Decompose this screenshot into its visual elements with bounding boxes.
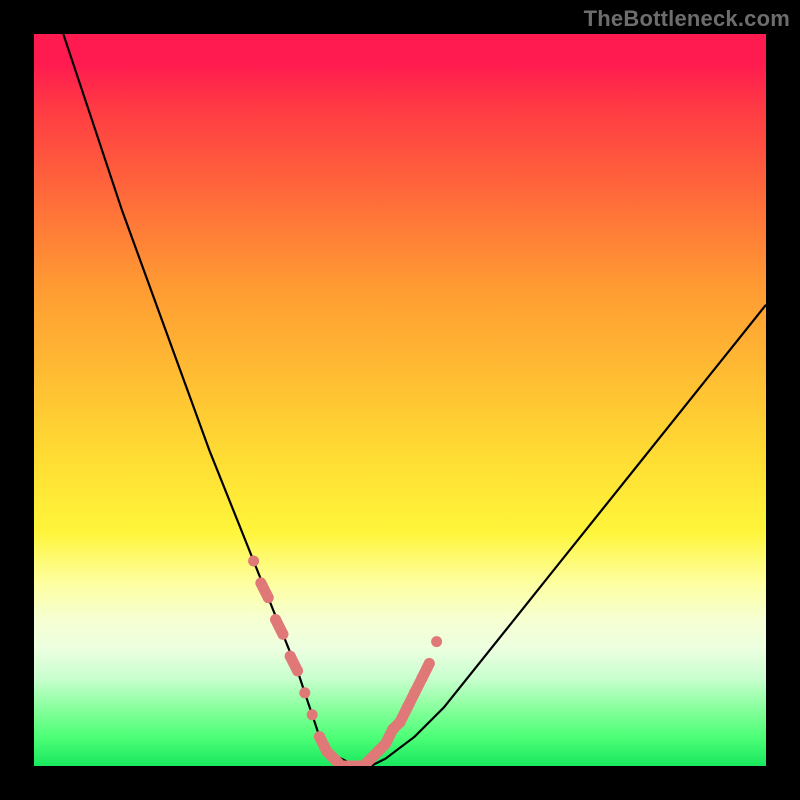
marker-point: [380, 739, 391, 750]
marker-point: [248, 556, 259, 567]
marker-point: [263, 592, 274, 603]
marker-point: [424, 658, 435, 669]
bottleneck-curve: [63, 34, 766, 766]
marker-point: [299, 687, 310, 698]
marker-point: [285, 651, 296, 662]
marker-point: [409, 687, 420, 698]
marker-layer: [248, 556, 442, 767]
bottleneck-chart: [34, 34, 766, 766]
marker-point: [277, 629, 288, 640]
curve-layer: [63, 34, 766, 766]
marker-point: [431, 636, 442, 647]
plot-area: [34, 34, 766, 766]
marker-point: [395, 717, 406, 728]
marker-point: [307, 709, 318, 720]
marker-point: [402, 702, 413, 713]
watermark-text: TheBottleneck.com: [584, 6, 790, 32]
marker-point: [417, 673, 428, 684]
marker-point: [314, 731, 325, 742]
marker-point: [292, 665, 303, 676]
marker-point: [255, 578, 266, 589]
marker-point: [270, 614, 281, 625]
